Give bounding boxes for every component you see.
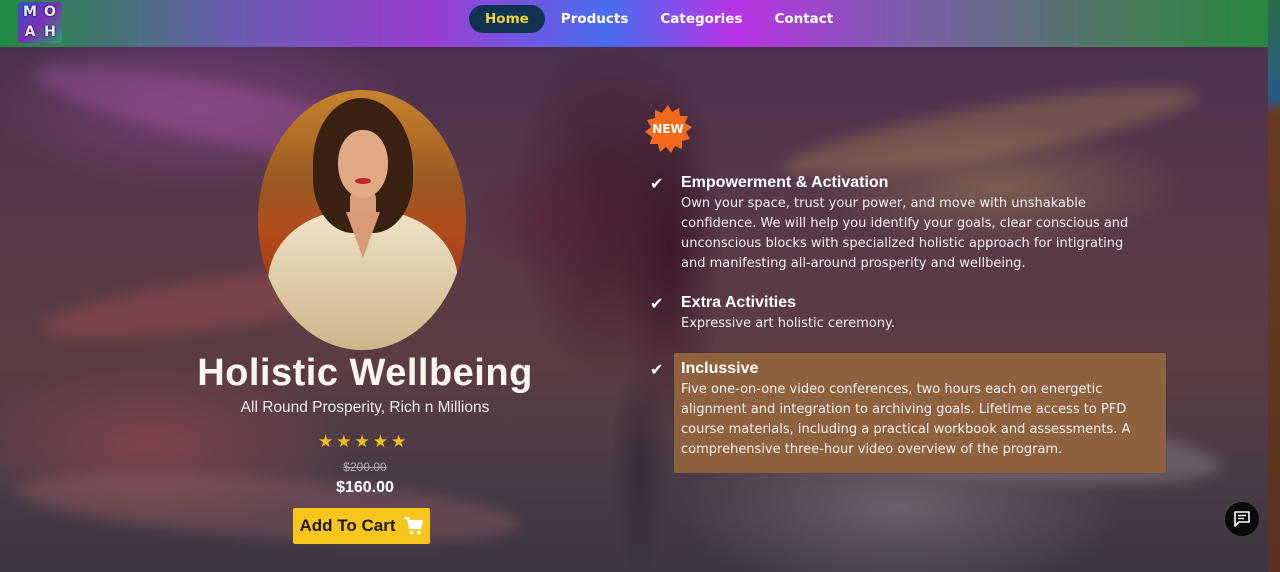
star-icon: ★ [318,432,334,452]
add-to-cart-button[interactable]: Add To Cart [293,508,430,544]
product-subtitle: All Round Prosperity, Rich n Millions [240,399,490,416]
star-icon: ★ [391,432,407,452]
feature-description: Own your space, trust your power, and mo… [681,196,1129,271]
original-price: $200.00 [343,460,387,474]
star-icon: ★ [354,432,370,452]
nav-home[interactable]: Home [469,5,545,33]
page-edge [1268,0,1280,572]
check-icon: ✔ [650,174,664,193]
product-image[interactable] [258,90,466,350]
star-icon: ★ [372,432,388,452]
check-icon: ✔ [650,360,664,379]
nav-products[interactable]: Products [545,5,645,33]
logo-letter: A [24,24,36,40]
product-title: Holistic Wellbeing [197,352,533,394]
cart-icon [403,517,423,535]
rating-stars: ★ ★ ★ ★ ★ [318,432,406,452]
chat-button[interactable] [1225,502,1259,536]
logo-letter: H [44,24,56,40]
check-icon: ✔ [650,294,664,313]
nav-categories[interactable]: Categories [644,5,758,33]
feature-title: Extra Activities [681,294,797,311]
star-icon: ★ [336,432,352,452]
badge-label: NEW [652,122,684,136]
brand-logo[interactable]: M O A H [18,2,62,43]
top-navbar: M O A H Home Products Categories Contact [0,0,1268,47]
add-to-cart-label: Add To Cart [299,516,396,535]
feature-description: Five one-on-one video conferences, two h… [681,382,1131,457]
current-price: $160.00 [336,479,394,496]
main-nav: Home Products Categories Contact [469,5,849,33]
feature-title: Inclussive [681,360,759,377]
logo-letter: M [23,4,37,20]
feature-title: Empowerment & Activation [681,174,889,191]
new-badge: NEW [643,104,693,154]
logo-letter: O [44,4,56,20]
feature-description: Expressive art holistic ceremony. [681,316,895,331]
nav-contact[interactable]: Contact [758,5,849,33]
chat-icon [1234,511,1250,527]
